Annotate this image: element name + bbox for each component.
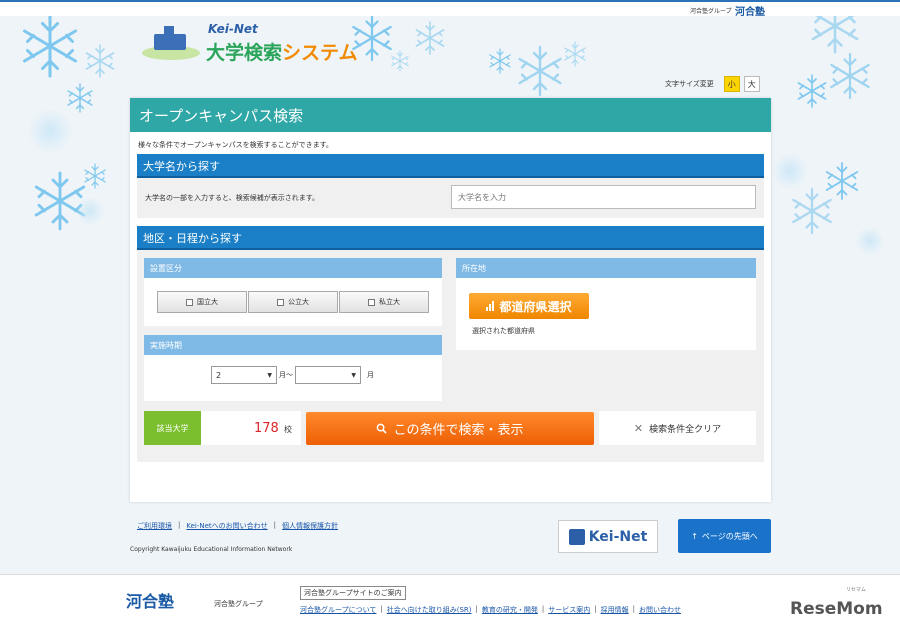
page-title: オープンキャンパス検索 xyxy=(130,98,771,132)
type-national-button[interactable]: 国立大 xyxy=(157,291,247,313)
type-private-label: 私立大 xyxy=(379,298,400,306)
site-title-accent: システム xyxy=(282,42,358,64)
footer-nav-about[interactable]: 河合塾グループについて xyxy=(300,605,376,615)
kawaijuku-logo[interactable]: 河合塾 xyxy=(735,3,765,18)
result-count: 178 xyxy=(254,421,279,436)
intro-text: 様々な条件でオープンキャンパスを検索することができます。 xyxy=(138,141,333,149)
name-search-hint: 大学名の一部を入力すると、検索候補が表示されます。 xyxy=(145,194,320,202)
type-public-label: 公立大 xyxy=(288,298,309,306)
checkbox-icon xyxy=(277,298,284,306)
type-private-button[interactable]: 私立大 xyxy=(339,291,429,313)
result-bar: 該当大学 178 校 この条件で検索・表示 ✕ 検索条件全クリア xyxy=(144,411,756,445)
separator: | xyxy=(541,605,545,613)
footer-nav: 河合塾グループについて | 社会へ向けた取り組み(SR) | 教育の研究・開発 … xyxy=(300,605,681,615)
month-to-suffix: 月 xyxy=(367,371,374,379)
footer-link-environment[interactable]: ご利用環境 xyxy=(137,521,172,531)
footer-nav-services[interactable]: サービス案内 xyxy=(548,605,590,615)
type-box: 設置区分 国立大 公立大 私立大 xyxy=(144,258,442,326)
footer-nav-research[interactable]: 教育の研究・開発 xyxy=(482,605,538,615)
site-logo[interactable]: Kei-Net 大学検索システム xyxy=(142,20,392,70)
separator: | xyxy=(380,605,383,613)
type-heading: 設置区分 xyxy=(144,258,442,278)
keinet-banner[interactable]: Kei-Net xyxy=(558,520,658,553)
top-bar: 河合塾グループ 河合塾 xyxy=(0,0,900,18)
footer-links: ご利用環境 | Kei-Netへのお問い合わせ | 個人情報保護方針 xyxy=(137,521,338,531)
search-button[interactable]: この条件で検索・表示 xyxy=(306,412,594,445)
keinet-logo-icon xyxy=(568,528,585,545)
search-icon xyxy=(377,423,388,434)
name-search-heading: 大学名から探す xyxy=(137,154,764,178)
result-count-unit: 校 xyxy=(284,425,292,434)
font-size-label: 文字サイズ変更 xyxy=(665,80,714,88)
page-top-button[interactable]: ↑ ページの先頭へ xyxy=(678,519,771,553)
university-building-icon xyxy=(154,26,186,50)
result-count-label: 該当大学 xyxy=(144,411,201,445)
copyright: Copyright Kawaijuku Educational Informat… xyxy=(130,546,293,553)
dropdown-arrow-icon: ▼ xyxy=(351,371,356,379)
month-range: 2 ▼ 月～ ▼ 月 xyxy=(211,366,374,384)
separator: | xyxy=(632,605,635,613)
period-heading: 実施時期 xyxy=(144,335,442,355)
separator: | xyxy=(273,521,277,529)
arrow-up-icon: ↑ xyxy=(691,531,698,541)
close-icon: ✕ xyxy=(633,421,644,435)
prefecture-select-button[interactable]: 都道府県選択 xyxy=(469,293,589,319)
watermark-sub: リセマム xyxy=(846,587,867,593)
selected-prefecture-label: 選択された都道府県 xyxy=(472,327,535,335)
page-top-label: ページの先頭へ xyxy=(701,531,758,541)
type-national-label: 国立大 xyxy=(197,298,218,306)
site-title: 大学検索システム xyxy=(206,38,357,65)
footer-logo-sub: 河合塾グループ xyxy=(214,600,263,608)
footer-link-privacy[interactable]: 個人情報保護方針 xyxy=(282,521,338,531)
type-options: 国立大 公立大 私立大 xyxy=(157,291,429,313)
checkbox-icon xyxy=(186,298,193,306)
search-panel: オープンキャンパス検索 様々な条件でオープンキャンパスを検索することができます。… xyxy=(130,98,771,502)
separator: | xyxy=(178,521,181,529)
search-button-label: この条件で検索・表示 xyxy=(393,423,524,438)
dropdown-arrow-icon: ▼ xyxy=(267,371,272,379)
clear-conditions-label: 検索条件全クリア xyxy=(649,424,722,435)
font-size-large-button[interactable]: 大 xyxy=(743,76,760,92)
group-sites-link[interactable]: 河合塾グループサイトのご案内 xyxy=(300,586,406,600)
footer-kawaijuku-logo[interactable]: 河合塾 xyxy=(126,588,174,612)
brand-name: Kei-Net xyxy=(208,22,258,36)
location-heading: 所在地 xyxy=(456,258,756,278)
university-name-input[interactable] xyxy=(451,185,756,209)
name-search-section: 大学名の一部を入力すると、検索候補が表示されます。 xyxy=(137,178,764,218)
clear-conditions-button[interactable]: ✕ 検索条件全クリア xyxy=(599,411,756,445)
month-from-value: 2 xyxy=(216,370,222,380)
resemom-watermark: ReseMom xyxy=(790,599,883,619)
region-search-heading: 地区・日程から探す xyxy=(137,226,764,250)
separator: | xyxy=(594,605,597,613)
type-public-button[interactable]: 公立大 xyxy=(248,291,338,313)
location-box: 所在地 都道府県選択 選択された都道府県 xyxy=(456,258,756,350)
separator: | xyxy=(475,605,478,613)
footer-link-contact[interactable]: Kei-Netへのお問い合わせ xyxy=(186,521,267,531)
group-label: 河合塾グループ xyxy=(690,8,732,15)
site-title-main: 大学検索 xyxy=(206,42,283,64)
region-search-section: 設置区分 国立大 公立大 私立大 実施時期 2 ▼ 月～ ▼ 月 所在地 都道府… xyxy=(137,250,764,462)
checkbox-icon xyxy=(368,298,375,306)
month-to-select[interactable]: ▼ xyxy=(295,366,361,384)
result-count-box: 178 校 xyxy=(201,411,301,445)
prefecture-select-label: 都道府県選択 xyxy=(499,299,572,314)
footer-nav-recruit[interactable]: 採用情報 xyxy=(601,605,629,615)
keinet-logo-text: Kei-Net xyxy=(588,528,648,545)
month-from-select[interactable]: 2 ▼ xyxy=(211,366,277,384)
footer-nav-sr[interactable]: 社会へ向けた取り組み(SR) xyxy=(387,605,472,615)
month-from-suffix: 月～ xyxy=(279,371,293,379)
font-size-switcher: 文字サイズ変更 小 大 xyxy=(665,76,760,92)
period-box: 実施時期 2 ▼ 月～ ▼ 月 xyxy=(144,335,442,401)
font-size-small-button[interactable]: 小 xyxy=(723,76,740,92)
bar-icon xyxy=(486,301,495,311)
site-footer: 河合塾 河合塾グループ 河合塾グループサイトのご案内 河合塾グループについて |… xyxy=(0,574,900,635)
footer-nav-contact[interactable]: お問い合わせ xyxy=(639,605,681,615)
